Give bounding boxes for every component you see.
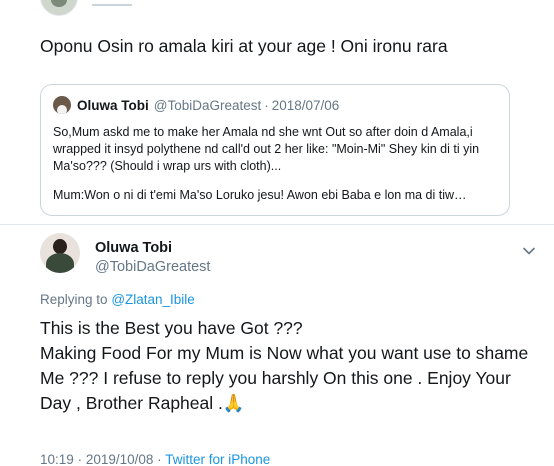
replying-to-prefix: Replying to (40, 292, 108, 307)
quoted-tweet-body: So,Mum askd me to make her Amala nd she … (53, 124, 497, 204)
quoted-tweet-header: Oluwa Tobi @TobiDaGreatest · 2018/07/06 (53, 94, 497, 116)
quoted-tweet-separator: · (264, 97, 269, 113)
footer-separator: · (77, 452, 83, 466)
footer-separator: · (157, 452, 162, 466)
author-avatar[interactable] (40, 233, 80, 273)
quoted-tweet-avatar (53, 96, 71, 114)
tweet-footer: 10:19 · 2019/10/08 · Twitter for iPhone (40, 452, 270, 466)
chevron-down-icon[interactable] (522, 244, 536, 258)
previous-tweet-avatar[interactable] (40, 0, 78, 16)
tweet-text: This is the Best you have Got ??? Making… (40, 316, 540, 416)
tweet-source-link[interactable]: Twitter for iPhone (165, 452, 270, 466)
quoted-tweet-paragraph: Mum:Won o ni di t'emi Ma'so Loruko jesu!… (53, 188, 467, 202)
quoted-tweet-author-name: Oluwa Tobi (77, 97, 149, 113)
quoted-tweet-card[interactable]: Oluwa Tobi @TobiDaGreatest · 2018/07/06 … (40, 84, 510, 216)
replying-to-mention-link[interactable]: @Zlatan_Ibile (111, 292, 195, 307)
previous-tweet-text: Oponu Osin ro amala kiri at your age ! O… (40, 36, 448, 56)
tweet-text-line-content: Making Food For my Mum is Now what you w… (40, 343, 529, 413)
tweet-date[interactable]: 2019/10/08 (86, 452, 154, 466)
quoted-tweet-date: 2018/07/06 (271, 97, 340, 113)
author-name[interactable]: Oluwa Tobi (95, 240, 172, 256)
quoted-tweet-author-handle: @TobiDaGreatest (153, 97, 262, 113)
previous-tweet-header-fragment (92, 0, 132, 6)
tweet-time[interactable]: 10:19 (40, 452, 74, 466)
tweet-divider (0, 224, 554, 225)
quoted-tweet-paragraph: So,Mum askd me to make her Amala nd she … (53, 125, 480, 173)
author-handle[interactable]: @TobiDaGreatest (95, 259, 210, 275)
avatar-head-shape (53, 239, 67, 254)
folded-hands-emoji: 🙏 (222, 393, 245, 413)
tweet-text-line: Making Food For my Mum is Now what you w… (40, 341, 540, 416)
avatar-body-shape (46, 253, 74, 273)
tweet-text-line: This is the Best you have Got ??? (40, 318, 303, 338)
replying-to: Replying to @Zlatan_Ibile (40, 292, 195, 307)
